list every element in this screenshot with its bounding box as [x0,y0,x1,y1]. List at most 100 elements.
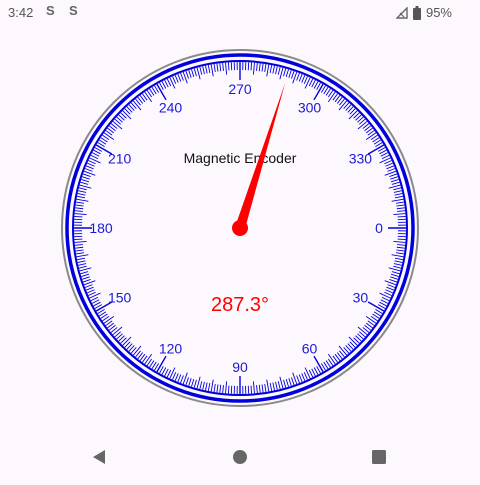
tick-mark [220,385,221,393]
tick-mark [349,111,357,119]
tick-mark [393,188,401,190]
tick-mark [85,169,92,172]
tick-mark [381,300,388,304]
tick-mark [76,253,84,254]
tick-mark [395,258,403,260]
tick-mark [104,133,114,140]
tick-mark [286,69,288,77]
tick-mark [394,191,402,193]
tick-mark [304,372,307,379]
tick-mark [191,69,193,77]
tick-mark [253,381,254,393]
home-icon[interactable] [231,448,249,466]
tick-label: 60 [302,340,318,356]
tick-mark [80,182,88,184]
tick-mark [273,383,275,391]
tick-mark [312,369,316,376]
tick-mark [181,376,184,383]
tick-mark [312,80,316,87]
tick-mark [398,216,406,217]
tick-mark [181,73,184,80]
tick-mark [395,193,403,195]
tick-mark [92,153,99,157]
recents-icon[interactable] [370,448,388,466]
tick-mark [265,384,266,392]
tick-mark [397,247,405,248]
tick-mark [386,166,393,169]
tick-label: 180 [89,220,113,236]
tick-mark [197,68,200,80]
tick-mark [145,354,152,364]
tick-mark [172,372,175,379]
tick-mark [75,245,83,246]
tick-mark [79,188,87,190]
tick-mark [394,264,402,266]
tick-mark [299,74,302,81]
tick-mark [77,199,89,201]
tick-mark [276,382,278,390]
tick-mark [186,71,189,79]
tick-mark [358,121,367,129]
tick-mark [75,211,83,212]
tick-mark [328,92,335,102]
tick-mark [77,255,89,257]
tick-mark [211,65,213,77]
tick-mark [76,250,84,251]
tick-mark [314,368,318,375]
tick-mark [205,66,207,74]
tick-mark [389,268,401,271]
tick-mark [397,245,405,246]
tick-mark [390,177,398,179]
tick-mark [87,290,94,293]
tick-mark [88,292,95,295]
tick-mark [167,370,171,377]
tick-mark [389,185,401,188]
tick-mark [217,384,218,392]
tick-mark [267,380,269,392]
tick-mark [302,75,305,82]
tick-mark [82,277,90,279]
tick-mark [194,380,196,388]
tick-mark [289,70,291,78]
tick-mark [75,208,83,209]
tick-mark [389,174,397,177]
tick-mark [123,111,131,119]
tick-mark [397,208,405,209]
tick-label: 120 [159,340,183,356]
tick-mark [74,239,82,240]
gauge-title: Magnetic Encoder [184,150,297,166]
tick-mark [289,378,291,386]
tick-mark [390,277,398,279]
tick-mark [75,241,87,242]
tick-mark [133,101,141,110]
tick-mark [165,369,169,376]
tick-mark [78,193,86,195]
tick-mark [391,274,399,276]
tick-mark [393,266,401,268]
tick-mark [178,374,181,381]
tick-mark [262,384,263,392]
tick-mark [113,121,122,129]
tick-mark [309,370,313,377]
tick-mark [197,377,200,389]
tick-mark [226,381,227,393]
tick-mark [81,179,89,181]
tick-mark [82,177,90,179]
tick-mark [270,383,272,391]
tick-mark [291,71,294,79]
tick-mark [253,63,254,75]
tick-mark [189,70,191,78]
back-icon[interactable] [90,448,108,466]
tick-mark [211,380,213,392]
tick-mark [393,214,405,215]
tick-mark [78,191,86,193]
tick-mark [223,63,224,71]
tick-mark [395,261,403,263]
tick-mark [86,166,93,169]
tick-mark [76,205,84,206]
tick-mark [339,101,347,110]
tick-label: 240 [159,100,183,116]
tick-mark [203,382,205,390]
tick-mark [257,385,258,393]
tick-mark [388,169,395,172]
